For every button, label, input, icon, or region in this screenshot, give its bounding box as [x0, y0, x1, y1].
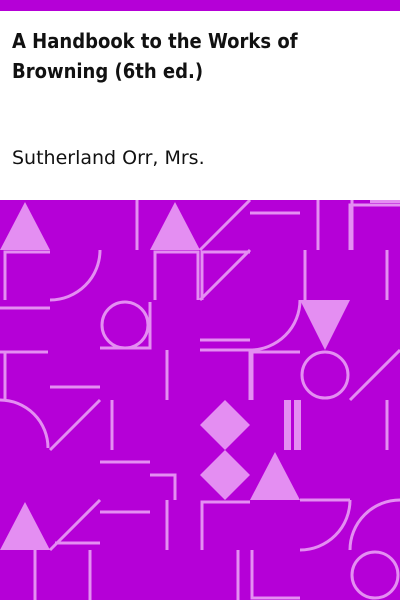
book-author: Sutherland Orr, Mrs.	[12, 147, 205, 169]
decorative-pattern	[0, 200, 400, 600]
book-title: A Handbook to the Works of Browning (6th…	[12, 29, 298, 83]
line-shape	[370, 200, 400, 203]
bar-shape	[294, 400, 301, 450]
top-accent-bar	[0, 0, 400, 11]
bar-shape	[284, 400, 291, 450]
book-cover: A Handbook to the Works of Browning (6th…	[0, 0, 400, 600]
